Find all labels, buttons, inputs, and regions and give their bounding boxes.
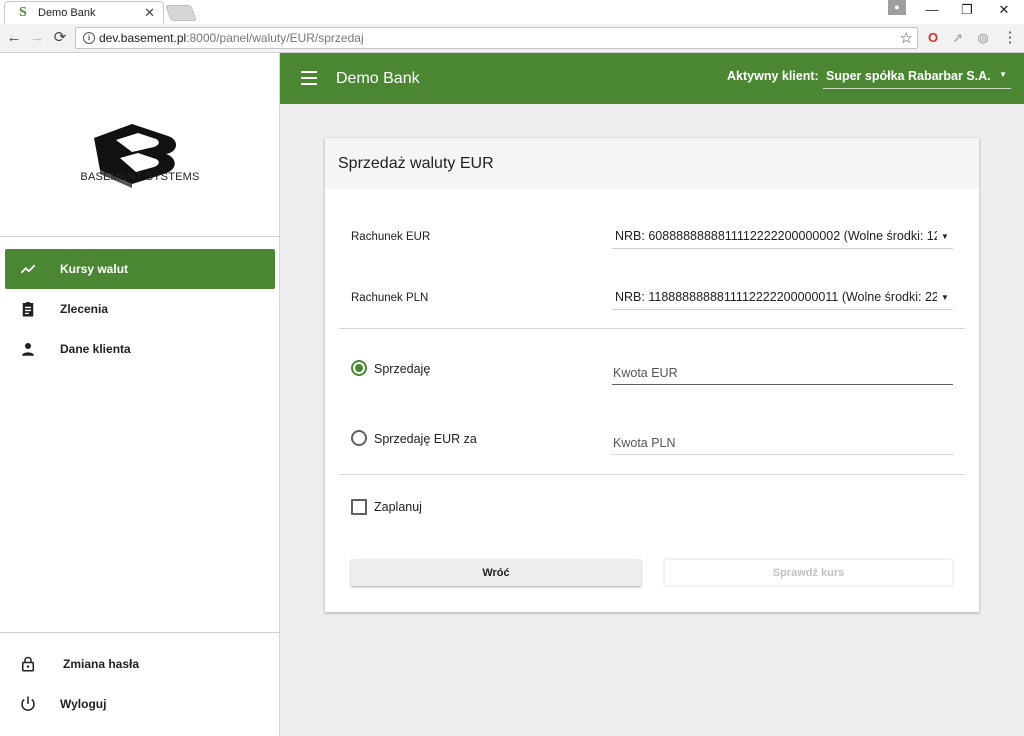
- restore-icon[interactable]: ❐: [953, 2, 981, 20]
- back-icon[interactable]: ←: [5, 29, 23, 47]
- minimize-icon[interactable]: —: [918, 2, 946, 20]
- new-tab-button[interactable]: [165, 5, 197, 21]
- lock-icon: [22, 656, 34, 672]
- account-eur-value: NRB: 6088888888811112222200000002 (Wolne…: [615, 229, 948, 243]
- chevron-down-icon: ▼: [937, 229, 953, 245]
- power-icon: [21, 696, 35, 711]
- sidebar-divider: [0, 236, 280, 237]
- sidebar-item-label: Wyloguj: [60, 697, 107, 711]
- browser-tab-bar: S Demo Bank ✕ ● — ❐ ✕: [0, 0, 1024, 24]
- address-bar[interactable]: i dev.basement.pl:8000/panel/waluty/EUR/…: [75, 27, 918, 49]
- window-close-icon[interactable]: ✕: [990, 2, 1018, 20]
- hamburger-menu-icon[interactable]: [301, 71, 317, 85]
- sidebar-divider: [0, 632, 280, 633]
- browser-menu-icon[interactable]: ⋮: [1002, 30, 1018, 46]
- trending-up-icon: [20, 264, 36, 274]
- tab-title: Demo Bank: [38, 7, 96, 19]
- account-pln-label: Rachunek PLN: [351, 292, 429, 304]
- radio-sell-for[interactable]: [351, 430, 367, 446]
- active-client-label: Aktywny klient:: [727, 69, 819, 83]
- account-pln-select[interactable]: NRB: 1188888888811112222200000011 (Wolne…: [612, 286, 953, 310]
- reload-icon[interactable]: ⟳: [51, 29, 69, 47]
- sidebar-item-label: Dane klienta: [60, 342, 131, 356]
- sidebar-item-wyloguj[interactable]: Wyloguj: [5, 684, 275, 724]
- sell-currency-card: Sprzedaż waluty EUR Rachunek EUR NRB: 60…: [325, 138, 979, 612]
- sidebar-item-label: Zmiana hasła: [63, 657, 140, 671]
- url-text: dev.basement.pl:8000/panel/waluty/EUR/sp…: [99, 31, 364, 45]
- app-bar: Demo Bank Aktywny klient: Super spółka R…: [280, 53, 1024, 104]
- forward-icon[interactable]: →: [28, 29, 46, 47]
- extension-icon[interactable]: ➚: [950, 30, 966, 46]
- browser-tab[interactable]: S Demo Bank ✕: [4, 1, 164, 24]
- sidebar-item-kursy-walut[interactable]: Kursy walut: [5, 249, 275, 289]
- schedule-label[interactable]: Zaplanuj: [374, 500, 422, 514]
- check-rate-button[interactable]: Sprawdź kurs: [664, 559, 953, 586]
- url-host: dev.basement.pl: [99, 31, 187, 45]
- radio-sell-label[interactable]: Sprzedaję: [374, 362, 430, 376]
- schedule-checkbox[interactable]: [351, 499, 367, 515]
- amount-pln-field[interactable]: [612, 431, 953, 455]
- bookmark-star-icon[interactable]: ☆: [900, 29, 913, 47]
- card-header: Sprzedaż waluty EUR: [325, 138, 979, 189]
- account-eur-label: Rachunek EUR: [351, 231, 431, 243]
- radio-sell-for-label[interactable]: Sprzedaję EUR za: [374, 432, 477, 446]
- chevron-down-icon: ▼: [999, 70, 1007, 79]
- sidebar-item-zlecenia[interactable]: Zlecenia: [5, 289, 275, 329]
- account-pln-value: NRB: 1188888888811112222200000011 (Wolne…: [615, 290, 946, 304]
- back-button[interactable]: Wróć: [351, 559, 641, 586]
- amount-pln-input[interactable]: [612, 431, 953, 455]
- browser-toolbar: ← → ⟳ i dev.basement.pl:8000/panel/walut…: [0, 24, 1024, 53]
- page-title: Sprzedaż waluty EUR: [338, 155, 494, 172]
- extension-icon[interactable]: ◍: [975, 30, 991, 46]
- site-info-icon[interactable]: i: [83, 32, 95, 44]
- app-title: Demo Bank: [336, 70, 420, 87]
- sidebar-item-label: Zlecenia: [60, 302, 109, 316]
- form-divider: [339, 474, 965, 475]
- amount-eur-input[interactable]: [612, 361, 953, 385]
- sidebar-item-label: Kursy walut: [60, 262, 129, 276]
- chevron-down-icon: ▼: [937, 290, 953, 306]
- browser-profile-icon[interactable]: ●: [888, 0, 906, 15]
- active-client-value: Super spółka Rabarbar S.A.: [826, 69, 991, 83]
- logo-text: BASEMENT SYSTEMS: [80, 171, 200, 183]
- sidebar: BASEMENT SYSTEMS Kursy walut Zlecenia Da…: [0, 53, 280, 736]
- favicon-icon: S: [19, 5, 27, 20]
- form-divider: [339, 328, 965, 329]
- clipboard-icon: [22, 301, 34, 317]
- account-eur-select[interactable]: NRB: 6088888888811112222200000002 (Wolne…: [612, 225, 953, 249]
- sidebar-item-zmiana-hasla[interactable]: Zmiana hasła: [5, 644, 275, 684]
- sidebar-item-dane-klienta[interactable]: Dane klienta: [5, 329, 275, 369]
- active-client-select[interactable]: Super spółka Rabarbar S.A. ▼: [823, 65, 1011, 89]
- tab-close-icon[interactable]: ✕: [144, 5, 155, 21]
- url-path: :8000/panel/waluty/EUR/sprzedaj: [186, 31, 364, 45]
- opera-extension-icon[interactable]: O: [925, 30, 941, 46]
- amount-eur-field[interactable]: [612, 361, 953, 385]
- radio-sell[interactable]: [351, 360, 367, 376]
- person-icon: [22, 343, 34, 356]
